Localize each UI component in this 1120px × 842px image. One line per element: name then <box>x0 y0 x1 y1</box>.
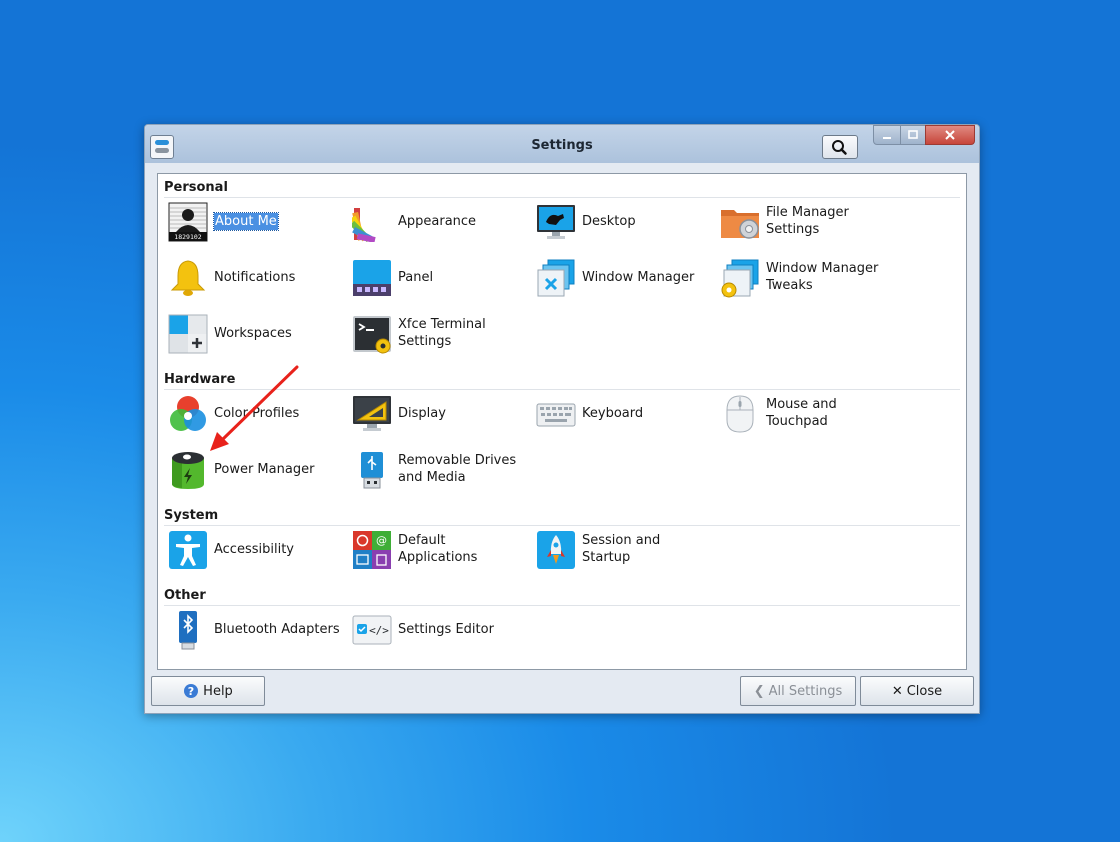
item-appearance[interactable]: Appearance <box>348 198 528 244</box>
display-icon <box>353 396 391 431</box>
item-label: Panel <box>398 269 434 285</box>
category-system: System <box>164 508 219 523</box>
item-workspaces[interactable]: Workspaces <box>164 310 344 356</box>
close-button[interactable]: ✕ Close <box>860 676 974 706</box>
item-label: Accessibility <box>214 541 294 557</box>
item-desktop[interactable]: Desktop <box>532 198 712 244</box>
item-label: Keyboard <box>582 405 644 421</box>
minimize-icon <box>883 137 891 139</box>
help-label: Help <box>203 683 233 699</box>
item-label: Desktop <box>582 213 636 229</box>
settings-window: Settings Personal 1829102 About Me Appea… <box>144 124 980 714</box>
category-other: Other <box>164 588 206 603</box>
item-file-manager-settings[interactable]: File Manager Settings <box>716 198 896 244</box>
accessibility-icon <box>169 531 207 569</box>
svg-text:</>: </> <box>369 624 389 637</box>
category-hardware: Hardware <box>164 372 236 387</box>
usb-drive-icon <box>361 452 383 489</box>
item-label: About Me <box>213 211 279 231</box>
item-notifications[interactable]: Notifications <box>164 254 344 300</box>
chevron-left-icon: ❮ <box>753 683 765 699</box>
item-label: Session and Startup <box>582 533 661 565</box>
workspaces-icon <box>168 314 208 354</box>
all-settings-label: All Settings <box>768 683 843 699</box>
item-bluetooth-adapters[interactable]: Bluetooth Adapters <box>164 606 344 652</box>
item-label: Settings Editor <box>398 621 494 637</box>
help-button[interactable]: ? Help <box>151 676 265 706</box>
item-label: Window Manager <box>582 269 695 285</box>
item-label: Appearance <box>398 213 477 229</box>
window-manager-tweaks-icon <box>721 259 759 298</box>
item-color-profiles[interactable]: Color Profiles <box>164 390 344 436</box>
power-manager-battery-icon <box>172 452 204 489</box>
about-me-icon: 1829102 <box>168 202 208 242</box>
item-panel[interactable]: Panel <box>348 254 528 300</box>
desktop-icon <box>537 205 575 239</box>
item-xfce-terminal-settings[interactable]: Xfce Terminal Settings <box>348 310 528 356</box>
maximize-button[interactable] <box>900 125 926 145</box>
close-x-icon: ✕ <box>891 683 903 699</box>
rocket-icon <box>537 531 575 569</box>
item-settings-editor[interactable]: </> Settings Editor <box>348 606 528 652</box>
notifications-bell-icon <box>170 260 206 296</box>
item-label: Workspaces <box>214 325 292 341</box>
svg-text:@: @ <box>376 534 387 547</box>
item-window-manager[interactable]: Window Manager <box>532 254 712 300</box>
item-label: Window Manager Tweaks <box>766 261 879 293</box>
item-keyboard[interactable]: Keyboard <box>532 390 712 436</box>
close-window-button[interactable] <box>925 125 975 145</box>
item-window-manager-tweaks[interactable]: Window Manager Tweaks <box>716 254 896 300</box>
item-label: Mouse and Touchpad <box>766 397 837 429</box>
settings-panel: Personal 1829102 About Me Appearance Des… <box>157 173 967 670</box>
item-label: Removable Drives and Media <box>398 453 517 485</box>
window-manager-icon <box>537 259 575 297</box>
item-default-applications[interactable]: @ Default Applications <box>348 526 528 572</box>
panel-icon <box>353 260 391 296</box>
item-label: Color Profiles <box>214 405 300 421</box>
keyboard-icon <box>536 403 576 427</box>
about-me-badge: 1829102 <box>174 233 201 241</box>
item-power-manager[interactable]: Power Manager <box>164 446 344 492</box>
title-bar[interactable]: Settings <box>145 125 979 163</box>
category-personal: Personal <box>164 180 228 195</box>
settings-editor-icon: </> <box>352 615 392 645</box>
item-label: Notifications <box>214 269 296 285</box>
terminal-settings-icon <box>353 316 391 354</box>
maximize-icon <box>908 130 918 139</box>
svg-text:?: ? <box>188 685 194 698</box>
item-label: Xfce Terminal Settings <box>398 317 486 349</box>
appearance-icon <box>352 208 376 242</box>
file-manager-settings-icon <box>721 210 759 239</box>
item-label: Display <box>398 405 446 421</box>
help-icon: ? <box>184 684 199 698</box>
item-label: Power Manager <box>214 461 315 477</box>
all-settings-button[interactable]: ❮ All Settings <box>740 676 856 706</box>
bluetooth-icon <box>179 611 197 650</box>
default-applications-icon: @ <box>353 531 391 569</box>
item-label: Default Applications <box>398 533 478 565</box>
item-removable-drives-and-media[interactable]: Removable Drives and Media <box>348 446 528 492</box>
item-label: File Manager Settings <box>766 205 849 237</box>
item-mouse-and-touchpad[interactable]: Mouse and Touchpad <box>716 390 896 436</box>
close-label: Close <box>906 683 943 699</box>
minimize-button[interactable] <box>873 125 901 145</box>
close-icon <box>945 130 955 140</box>
search-button[interactable] <box>822 135 858 159</box>
item-about-me[interactable]: 1829102 About Me <box>164 198 344 244</box>
item-accessibility[interactable]: Accessibility <box>164 526 344 572</box>
mouse-icon <box>726 395 754 433</box>
item-label: Bluetooth Adapters <box>214 621 340 637</box>
search-icon <box>832 140 847 155</box>
color-profiles-icon <box>170 396 206 431</box>
item-session-and-startup[interactable]: Session and Startup <box>532 526 712 572</box>
item-display[interactable]: Display <box>348 390 528 436</box>
